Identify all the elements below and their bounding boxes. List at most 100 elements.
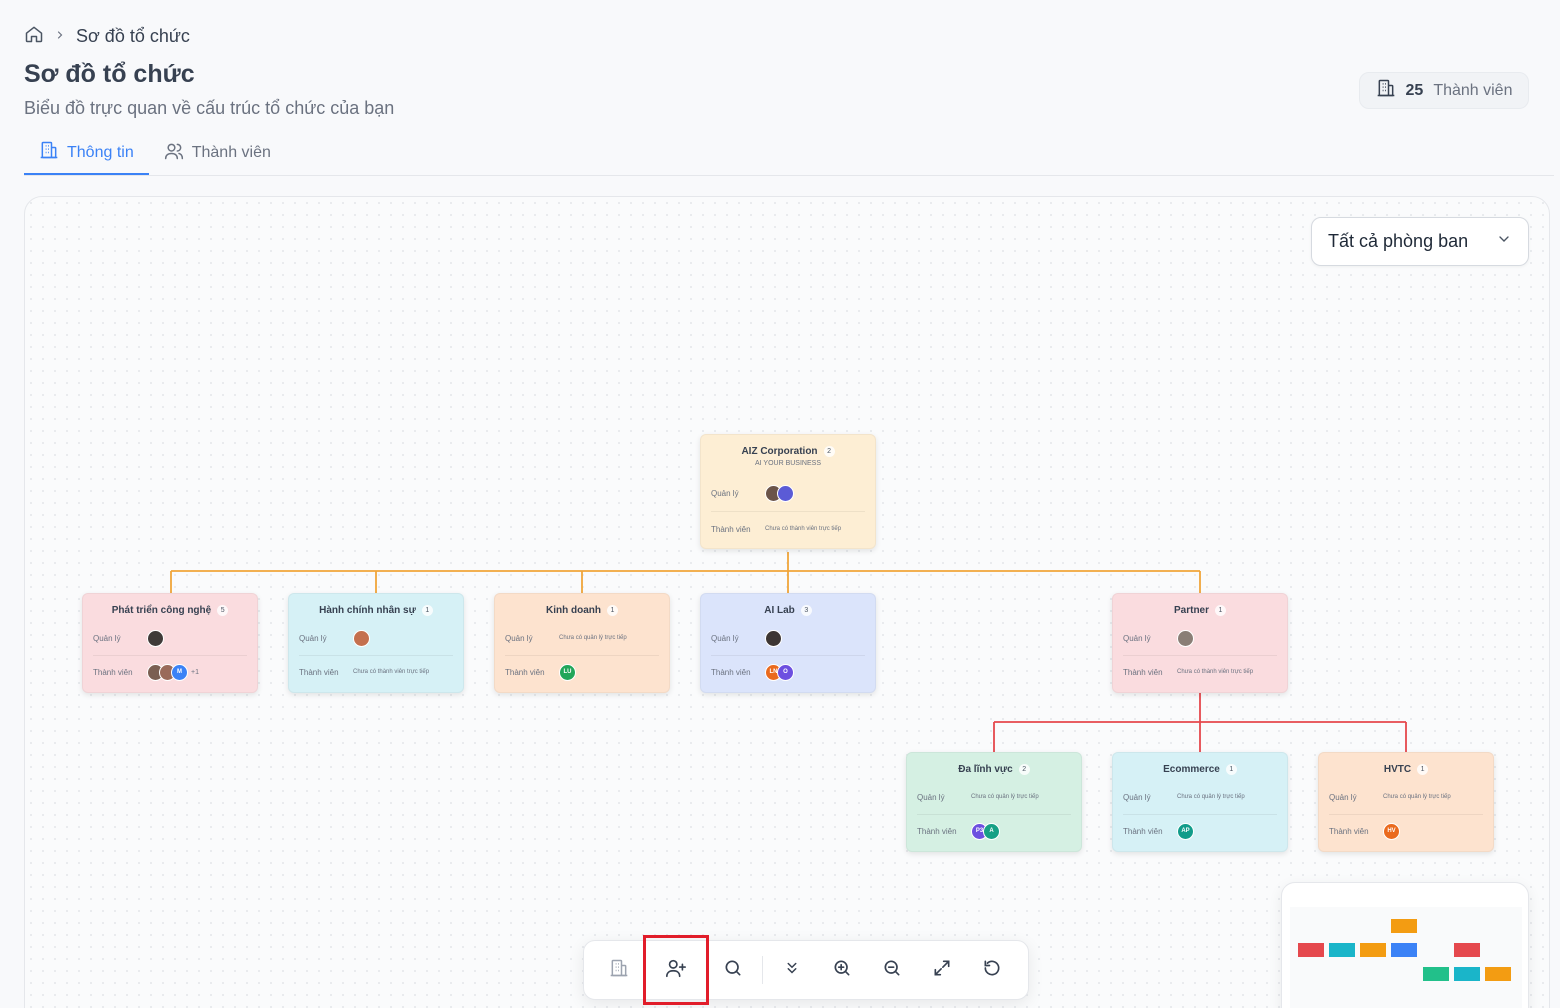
more-members-count[interactable]: +1	[191, 669, 199, 676]
node-member-count: 2	[823, 445, 835, 457]
tab-bar: Thông tin Thành viên	[24, 132, 1554, 176]
node-members-row: Thành viên HV	[1329, 821, 1485, 841]
node-manager-row: Quản lý Chưa có quản lý trực tiếp	[1329, 787, 1485, 807]
org-node-ai-lab[interactable]: AI Lab 3 Quản lý Thành viên LN O	[700, 593, 876, 693]
node-member-count: 1	[1225, 763, 1237, 775]
org-node-hr[interactable]: Hành chính nhân sự 1 Quản lý Thành viên …	[288, 593, 464, 693]
expand-icon	[932, 958, 952, 983]
avatar[interactable]: AP	[1177, 822, 1194, 840]
manager-label: Quản lý	[505, 633, 533, 643]
tab-members[interactable]: Thành viên	[149, 132, 286, 174]
node-manager-row: Quản lý Chưa có quản lý trực tiếp	[1123, 787, 1279, 807]
zoom-out-button[interactable]	[867, 945, 917, 995]
node-title: Đa lĩnh vực	[958, 763, 1013, 775]
page-subtitle: Biểu đồ trực quan về cấu trúc tổ chức củ…	[24, 98, 395, 118]
avatar[interactable]	[777, 484, 794, 502]
org-node-aiz-corporation[interactable]: AIZ Corporation 2 AI YOUR BUSINESS Quản …	[700, 434, 876, 549]
members-label: Thành viên	[1329, 826, 1369, 836]
avatar[interactable]	[1177, 629, 1194, 647]
node-member-count: 2	[1018, 763, 1030, 775]
node-title: Phát triển công nghệ	[111, 604, 212, 616]
node-members-row: Thành viên LU	[505, 662, 661, 682]
node-manager-row: Quản lý	[711, 628, 867, 648]
node-members-row: Thành viên Chưa có thành viên trực tiếp	[1123, 662, 1279, 682]
node-title: AI Lab	[764, 604, 795, 616]
node-subtitle: AI YOUR BUSINESS	[754, 460, 821, 467]
avatar[interactable]: HV	[1383, 822, 1400, 840]
tab-members-label: Thành viên	[191, 144, 271, 161]
tab-info-label: Thông tin	[67, 143, 134, 161]
zoom-in-button[interactable]	[817, 945, 867, 995]
chart-toolbar	[583, 935, 1029, 1005]
breadcrumb-current: Sơ đồ tổ chức	[76, 25, 190, 46]
minimap-node	[1423, 967, 1449, 981]
node-manager-row: Quản lý	[93, 628, 249, 648]
member-count: 25	[1405, 81, 1424, 99]
manager-label: Quản lý	[1329, 792, 1357, 802]
node-member-count: 5	[217, 604, 229, 616]
avatar[interactable]: O	[777, 663, 794, 681]
node-manager-row: Quản lý	[1123, 628, 1279, 648]
zoom-out-icon	[882, 958, 902, 983]
members-label: Thành viên	[93, 667, 133, 677]
node-members-row: Thành viên LN O	[711, 662, 867, 682]
org-node-tech[interactable]: Phát triển công nghệ 5 Quản lý Thành viê…	[82, 593, 258, 693]
manager-empty-note: Chưa có quản lý trực tiếp	[1383, 794, 1451, 800]
org-node-ecommerce[interactable]: Ecommerce 1 Quản lý Chưa có quản lý trực…	[1112, 752, 1288, 852]
avatar[interactable]: LU	[559, 663, 576, 681]
search-icon	[723, 958, 743, 983]
avatar[interactable]	[353, 629, 370, 647]
org-node-partner[interactable]: Partner 1 Quản lý Thành viên Chưa có thà…	[1112, 593, 1288, 693]
add-member-button[interactable]	[643, 935, 709, 1005]
org-node-hvtc[interactable]: HVTC 1 Quản lý Chưa có quản lý trực tiếp…	[1318, 752, 1494, 852]
manager-label: Quản lý	[917, 792, 945, 802]
users-icon	[164, 141, 184, 166]
collapse-all-button[interactable]	[767, 945, 817, 995]
node-member-count: 1	[421, 604, 433, 616]
breadcrumb: Sơ đồ tổ chức	[24, 24, 190, 48]
manager-empty-note: Chưa có quản lý trực tiếp	[559, 635, 627, 641]
add-user-icon	[665, 957, 687, 984]
manager-label: Quản lý	[1123, 792, 1151, 802]
avatar[interactable]: A	[983, 822, 1000, 840]
zoom-in-icon	[832, 958, 852, 983]
member-count-label: Thành viên	[1433, 81, 1513, 99]
minimap[interactable]	[1281, 882, 1529, 1008]
node-title: AIZ Corporation	[741, 445, 818, 457]
chevrons-down-icon	[783, 959, 801, 982]
node-manager-row: Quản lý	[299, 628, 455, 648]
tab-info[interactable]: Thông tin	[24, 132, 149, 175]
node-members-row: Thành viên P3 A	[917, 821, 1073, 841]
fit-view-button[interactable]	[917, 945, 967, 995]
org-node-multi-field[interactable]: Đa lĩnh vực 2 Quản lý Chưa có quản lý tr…	[906, 752, 1082, 852]
node-title: Hành chính nhân sự	[319, 604, 416, 616]
member-count-badge: 25 Thành viên	[1359, 72, 1529, 109]
avatar[interactable]	[147, 629, 164, 647]
node-member-count: 1	[1215, 604, 1226, 616]
minimap-node	[1391, 943, 1417, 957]
reset-view-button[interactable]	[967, 945, 1017, 995]
minimap-node	[1329, 943, 1355, 957]
node-member-count: 3	[800, 604, 812, 616]
members-label: Thành viên	[299, 667, 339, 677]
minimap-node	[1454, 943, 1480, 957]
home-icon[interactable]	[24, 24, 44, 49]
chevron-right-icon	[54, 28, 66, 44]
org-node-sales[interactable]: Kinh doanh 1 Quản lý Chưa có quản lý trự…	[494, 593, 670, 693]
building-icon	[1376, 78, 1396, 103]
members-label: Thành viên	[1123, 667, 1163, 677]
toolbar-divider	[762, 956, 763, 984]
avatar[interactable]	[765, 629, 782, 647]
search-button[interactable]	[708, 945, 758, 995]
reset-icon	[982, 958, 1002, 983]
node-members-row: Thành viên Chưa có thành viên trực tiếp	[299, 662, 455, 682]
node-members-row: Thành viên M +1	[93, 662, 249, 682]
node-title: Kinh doanh	[546, 604, 601, 616]
page-title: Sơ đồ tổ chức	[24, 60, 195, 88]
org-view-button[interactable]	[594, 945, 644, 995]
avatar[interactable]: M	[171, 663, 188, 681]
members-label: Thành viên	[1123, 826, 1163, 836]
members-empty-note: Chưa có thành viên trực tiếp	[1177, 669, 1254, 675]
manager-label: Quản lý	[299, 633, 327, 643]
manager-label: Quản lý	[711, 633, 739, 643]
